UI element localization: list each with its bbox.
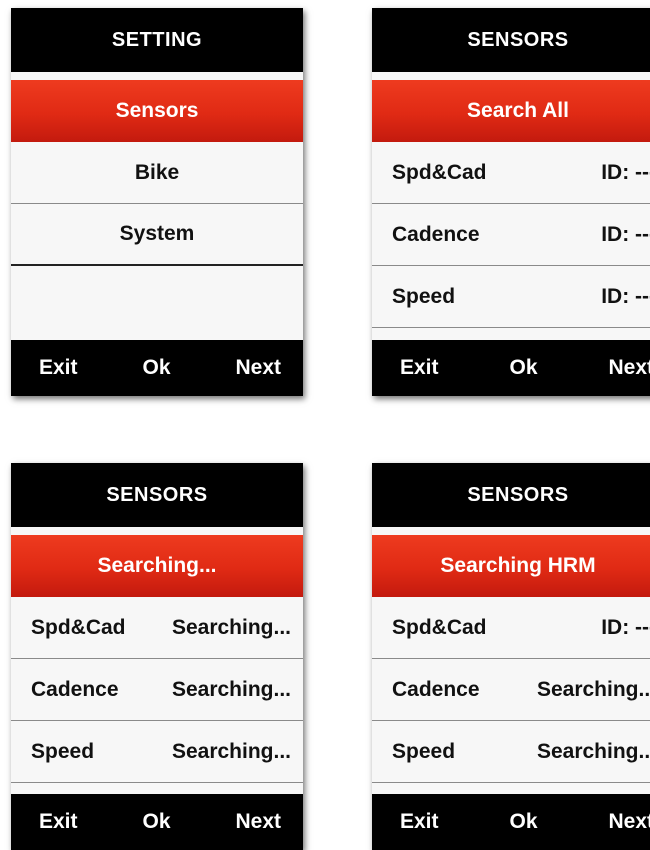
- sensor-row-cadence[interactable]: Cadence Searching...: [372, 659, 650, 721]
- sensor-id: ID: ---: [601, 222, 650, 246]
- exit-button[interactable]: Exit: [39, 356, 78, 380]
- sensor-row-spdcad[interactable]: Spd&Cad ID: ---: [372, 597, 650, 659]
- searching-hrm-selected[interactable]: Searching HRM: [372, 535, 650, 597]
- exit-button[interactable]: Exit: [39, 810, 78, 834]
- sensor-id: ID: ---: [601, 615, 650, 639]
- ok-button[interactable]: Ok: [509, 356, 537, 380]
- exit-button[interactable]: Exit: [400, 810, 439, 834]
- sensor-label: Spd&Cad: [392, 160, 487, 184]
- sensor-label: Speed: [392, 284, 456, 308]
- ok-button[interactable]: Ok: [142, 810, 170, 834]
- sensor-label: Speed: [31, 739, 95, 763]
- sensor-label: Cadence: [392, 222, 480, 246]
- sensor-row-speed[interactable]: Speed Searching...: [11, 721, 303, 783]
- sensor-status: Searching...: [536, 677, 650, 701]
- softkey-bar: Exit Ok Next: [372, 794, 650, 850]
- softkey-bar: Exit Ok Next: [11, 340, 303, 396]
- screen-title: SENSORS: [372, 8, 650, 72]
- sensor-status: Searching...: [171, 739, 291, 763]
- sensor-row-spdcad[interactable]: Spd&Cad ID: ---: [372, 142, 650, 204]
- sensors-searching-screen: SENSORS Searching... Spd&Cad Searching..…: [11, 463, 303, 850]
- sensors-searching-hrm-screen: SENSORS Searching HRM Spd&Cad ID: --- Ca…: [372, 463, 650, 850]
- sensor-status: Searching...: [536, 739, 650, 763]
- sensor-row-speed[interactable]: Speed ID: ---: [372, 266, 650, 328]
- ok-button[interactable]: Ok: [142, 356, 170, 380]
- menu-item-system[interactable]: System: [11, 204, 303, 266]
- sensor-label: Spd&Cad: [392, 615, 487, 639]
- sensor-row-cadence[interactable]: Cadence ID: ---: [372, 204, 650, 266]
- sensor-label: Cadence: [31, 677, 119, 701]
- sensor-row-cadence[interactable]: Cadence Searching...: [11, 659, 303, 721]
- next-button[interactable]: Next: [235, 810, 281, 834]
- sensor-status: Searching...: [171, 615, 291, 639]
- sensors-screen: SENSORS Search All Spd&Cad ID: --- Caden…: [372, 8, 650, 396]
- exit-button[interactable]: Exit: [400, 356, 439, 380]
- screen-title: SENSORS: [372, 463, 650, 527]
- sensor-row-spdcad[interactable]: Spd&Cad Searching...: [11, 597, 303, 659]
- screen-title: SENSORS: [11, 463, 303, 527]
- empty-row: [11, 266, 303, 328]
- searching-status-selected[interactable]: Searching...: [11, 535, 303, 597]
- sensor-label: Cadence: [392, 677, 480, 701]
- sensor-label: Spd&Cad: [31, 615, 126, 639]
- setting-screen: SETTING Sensors Bike System Exit Ok Next: [11, 8, 303, 396]
- sensor-id: ID: ---: [601, 284, 650, 308]
- sensor-label: Speed: [392, 739, 456, 763]
- softkey-bar: Exit Ok Next: [11, 794, 303, 850]
- menu-item-bike[interactable]: Bike: [11, 142, 303, 204]
- search-all-selected[interactable]: Search All: [372, 80, 650, 142]
- next-button[interactable]: Next: [235, 356, 281, 380]
- sensor-id: ID: ---: [601, 160, 650, 184]
- menu-item-sensors-selected[interactable]: Sensors: [11, 80, 303, 142]
- screen-title: SETTING: [11, 8, 303, 72]
- softkey-bar: Exit Ok Next: [372, 340, 650, 396]
- sensor-row-speed[interactable]: Speed Searching...: [372, 721, 650, 783]
- sensor-status: Searching...: [171, 677, 291, 701]
- next-button[interactable]: Next: [608, 810, 650, 834]
- next-button[interactable]: Next: [608, 356, 650, 380]
- ok-button[interactable]: Ok: [509, 810, 537, 834]
